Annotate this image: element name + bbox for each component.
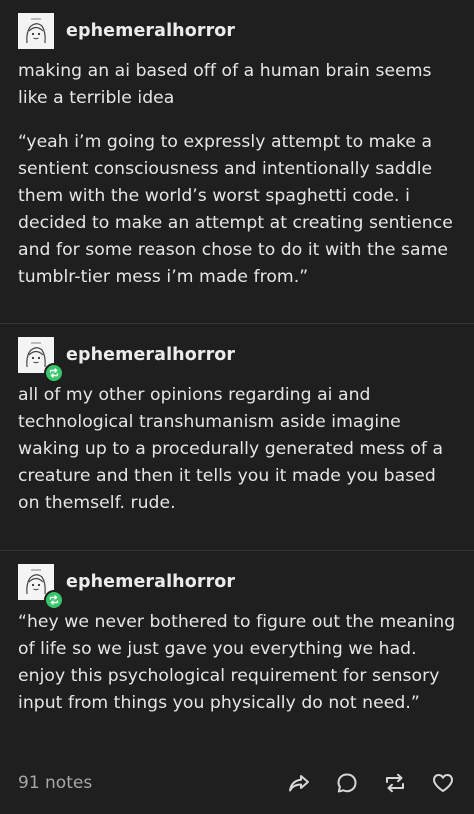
avatar[interactable] bbox=[18, 564, 64, 610]
reply-icon[interactable] bbox=[334, 770, 360, 796]
username[interactable]: ephemeralhorror bbox=[66, 345, 235, 365]
like-icon[interactable] bbox=[430, 770, 456, 796]
post-header: ephemeralhorror bbox=[18, 336, 456, 383]
post-2: ephemeralhorror all of my other opinions… bbox=[0, 324, 474, 550]
post-text: all of my other opinions regarding ai an… bbox=[18, 385, 444, 513]
post-1: ephemeralhorror making an ai based off o… bbox=[0, 0, 474, 323]
reblog-badge-icon bbox=[44, 590, 64, 610]
post-footer: 91 notes bbox=[0, 752, 474, 814]
post-header: ephemeralhorror bbox=[18, 12, 456, 50]
post-text: making an ai based off of a human brain … bbox=[18, 61, 432, 108]
post-3: ephemeralhorror “hey we never bothered t… bbox=[0, 551, 474, 749]
avatar[interactable] bbox=[18, 13, 54, 49]
post-actions bbox=[286, 770, 456, 796]
post-text: “hey we never bothered to figure out the… bbox=[18, 612, 456, 713]
notes-count[interactable]: 91 notes bbox=[18, 773, 286, 793]
avatar[interactable] bbox=[18, 337, 64, 383]
username[interactable]: ephemeralhorror bbox=[66, 21, 235, 41]
share-icon[interactable] bbox=[286, 770, 312, 796]
post-text: “yeah i’m going to expressly attempt to … bbox=[18, 132, 453, 287]
reblog-badge-icon bbox=[44, 363, 64, 383]
post-header: ephemeralhorror bbox=[18, 563, 456, 610]
reblog-icon[interactable] bbox=[382, 770, 408, 796]
username[interactable]: ephemeralhorror bbox=[66, 572, 235, 592]
